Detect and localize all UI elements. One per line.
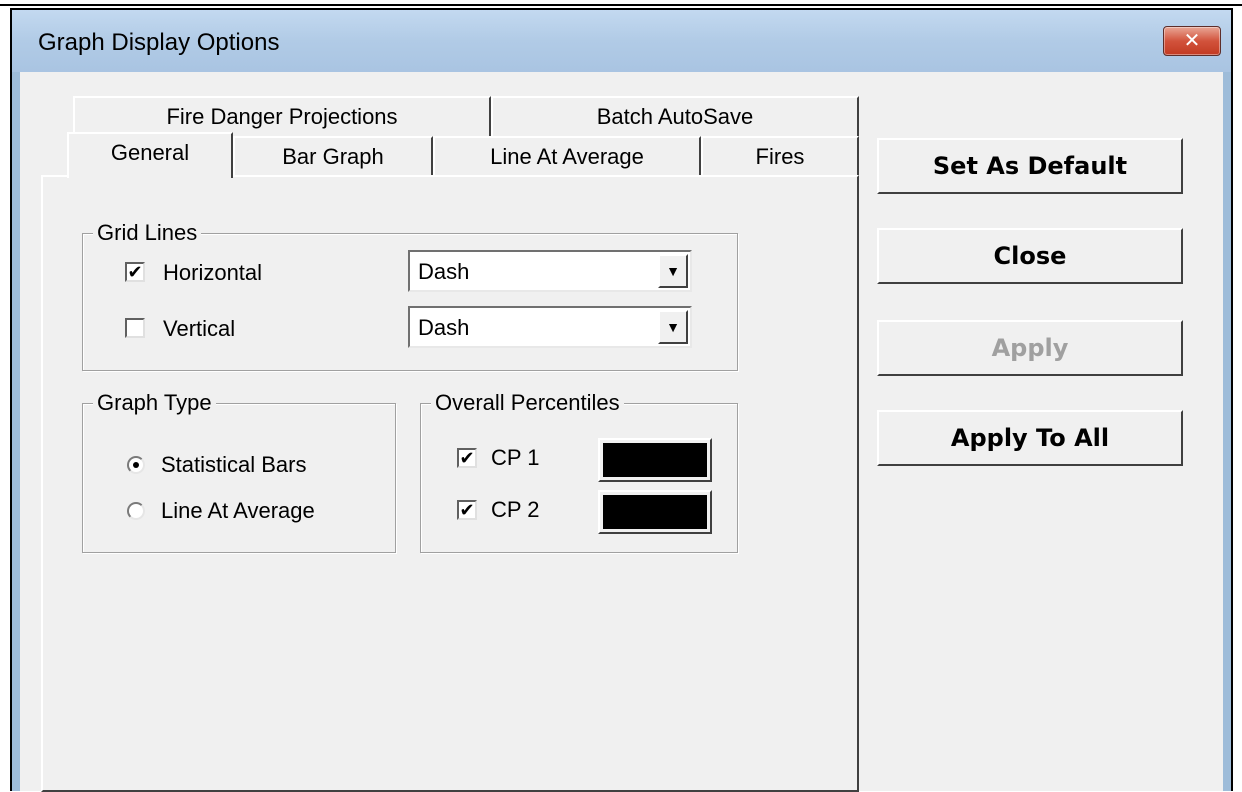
grid-lines-label: Grid Lines <box>93 220 202 246</box>
tab-label: Batch AutoSave <box>596 104 754 129</box>
tab-label: General <box>110 140 190 165</box>
grid-lines-group: Grid Lines ✔ Horizontal Dash ▼ Vertical … <box>82 220 738 371</box>
tab-bar-graph[interactable]: Bar Graph <box>233 136 433 176</box>
dialog-client-area: Fire Danger Projections Batch AutoSave G… <box>20 72 1223 792</box>
cp1-label: CP 1 <box>491 445 540 470</box>
horizontal-style-value: Dash <box>418 259 470 284</box>
tab-label: Bar Graph <box>282 144 384 169</box>
set-as-default-button[interactable]: Set As Default <box>877 138 1183 194</box>
cp1-color-button[interactable] <box>598 438 712 482</box>
statistical-bars-radio[interactable] <box>127 456 145 474</box>
screen-top-edge <box>0 0 1242 6</box>
overall-percentiles-label: Overall Percentiles <box>431 390 624 416</box>
horizontal-label: Horizontal <box>163 260 263 285</box>
tab-label: Line At Average <box>490 144 644 169</box>
graph-type-label: Graph Type <box>93 390 216 416</box>
vertical-checkbox[interactable] <box>125 318 145 338</box>
radio-selected-dot <box>133 462 139 468</box>
line-at-average-label: Line At Average <box>161 498 315 523</box>
vertical-label: Vertical <box>163 316 236 341</box>
graph-display-options-dialog: Graph Display Options ✕ Fire Danger Proj… <box>10 8 1233 792</box>
tab-batch-autosave[interactable]: Batch AutoSave <box>491 96 859 136</box>
close-icon: ✕ <box>1183 30 1201 52</box>
vertical-style-value: Dash <box>418 315 470 340</box>
general-tab-panel: Grid Lines ✔ Horizontal Dash ▼ Vertical … <box>41 175 859 792</box>
tab-fires[interactable]: Fires <box>701 136 859 176</box>
graph-type-group: Graph Type Statistical Bars Line At Aver… <box>82 390 396 553</box>
apply-to-all-button[interactable]: Apply To All <box>877 410 1183 466</box>
cp1-checkbox[interactable]: ✔ <box>457 448 477 468</box>
tab-line-at-average[interactable]: Line At Average <box>433 136 701 176</box>
cp2-color-swatch <box>603 495 707 529</box>
cp1-color-swatch <box>603 443 707 477</box>
tab-label: Fire Danger Projections <box>166 104 398 129</box>
overall-percentiles-group: Overall Percentiles ✔ CP 1 ✔ CP 2 <box>420 390 738 553</box>
vertical-style-select[interactable]: Dash ▼ <box>408 306 692 348</box>
tab-label: Fires <box>755 144 805 169</box>
dropdown-arrow-icon[interactable]: ▼ <box>658 254 688 288</box>
statistical-bars-label: Statistical Bars <box>161 452 307 477</box>
horizontal-style-select[interactable]: Dash ▼ <box>408 250 692 292</box>
dropdown-arrow-icon[interactable]: ▼ <box>658 310 688 344</box>
close-window-button[interactable]: ✕ <box>1163 26 1221 56</box>
window-title: Graph Display Options <box>38 29 280 56</box>
close-button[interactable]: Close <box>877 228 1183 284</box>
apply-button: Apply <box>877 320 1183 376</box>
cp2-label: CP 2 <box>491 497 540 522</box>
cp2-checkbox[interactable]: ✔ <box>457 500 477 520</box>
cp2-color-button[interactable] <box>598 490 712 534</box>
line-at-average-radio[interactable] <box>127 502 145 520</box>
title-bar[interactable]: Graph Display Options ✕ <box>12 10 1231 72</box>
horizontal-checkbox[interactable]: ✔ <box>125 262 145 282</box>
tab-fire-danger-projections[interactable]: Fire Danger Projections <box>73 96 491 136</box>
tab-general[interactable]: General <box>67 132 233 178</box>
